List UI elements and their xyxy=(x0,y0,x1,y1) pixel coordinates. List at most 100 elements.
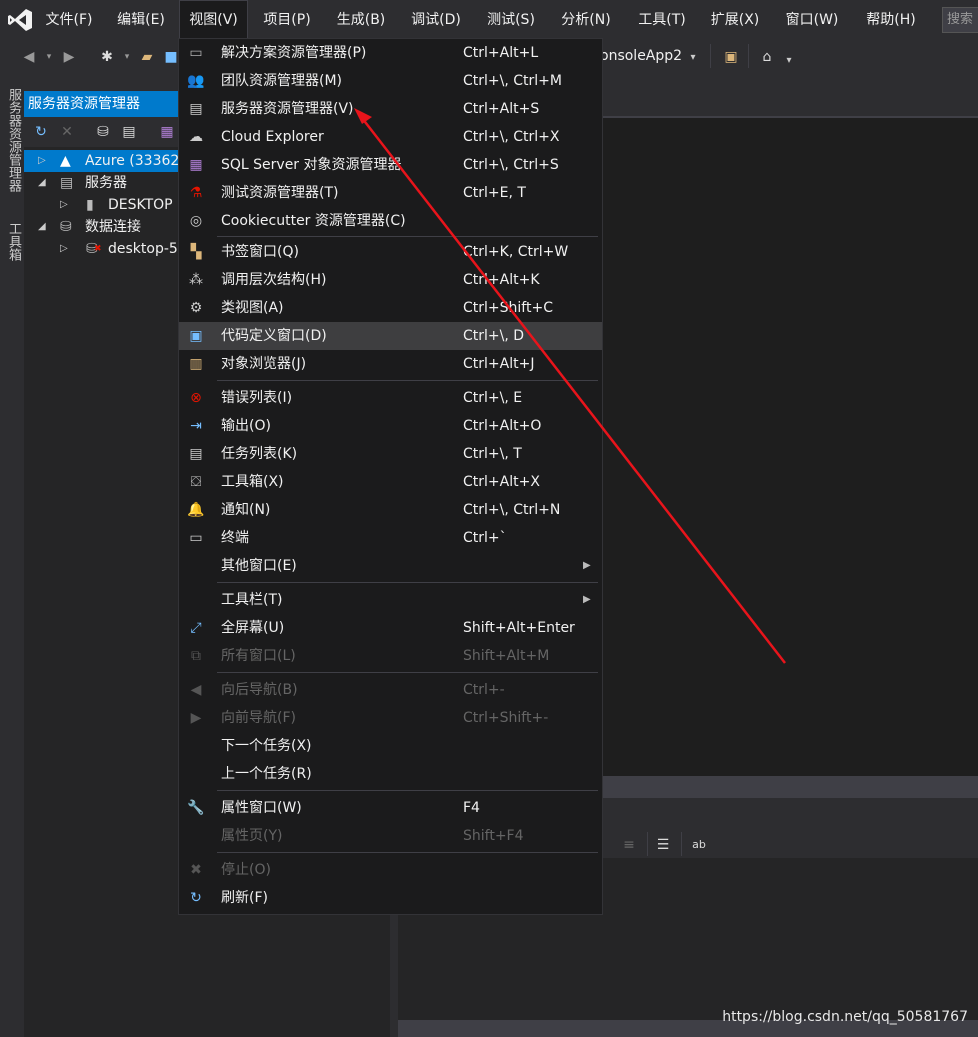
menu-bar: 文件(F) 编辑(E) 视图(V) 项目(P) 生成(B) 调试(D) 测试(S… xyxy=(0,0,978,40)
menu-item-label: 下一个任务(X) xyxy=(221,738,312,754)
home-icon[interactable]: ⌂ xyxy=(758,48,776,66)
new-project-icon[interactable]: ✱ xyxy=(98,48,116,66)
menu-item-notifications[interactable]: 🔔 通知(N) Ctrl+\, Ctrl+N xyxy=(179,496,602,524)
menu-item-toolbars[interactable]: 工具栏(T) ▶ xyxy=(179,586,602,614)
menu-item-test-explorer[interactable]: ⚗ 测试资源管理器(T) Ctrl+E, T xyxy=(179,179,602,207)
sharepoint-connection-icon[interactable]: ▦ xyxy=(158,123,176,141)
menu-item-bookmarks[interactable]: ▚ 书签窗口(Q) Ctrl+K, Ctrl+W xyxy=(179,238,602,266)
servers-icon: ▤ xyxy=(60,175,74,191)
menu-file[interactable]: 文件(F) xyxy=(36,0,102,40)
menu-item-error-list[interactable]: ⊗ 错误列表(I) Ctrl+\, E xyxy=(179,384,602,412)
menu-item-team-explorer[interactable]: 👥 团队资源管理器(M) Ctrl+\, Ctrl+M xyxy=(179,67,602,95)
menu-separator xyxy=(217,236,598,237)
menu-item-label: 代码定义窗口(D) xyxy=(221,328,327,344)
menu-item-properties-window[interactable]: 🔧 属性窗口(W) F4 xyxy=(179,794,602,822)
collapse-arrow-icon[interactable]: ◢ xyxy=(38,172,46,194)
dropdown-arrow-icon[interactable]: ▾ xyxy=(40,48,58,66)
menu-extensions[interactable]: 扩展(X) xyxy=(702,0,768,40)
menu-item-label: Cookiecutter 资源管理器(C) xyxy=(221,213,406,229)
menu-analyze[interactable]: 分析(N) xyxy=(553,0,619,40)
menu-item-shortcut: Ctrl+\, D xyxy=(463,328,525,344)
menu-debug[interactable]: 调试(D) xyxy=(403,0,469,40)
expand-arrow-icon[interactable]: ▷ xyxy=(60,238,68,260)
align-icon[interactable]: ≡ xyxy=(620,836,638,854)
tree-node-servers[interactable]: ◢ ▤ 服务器 xyxy=(24,172,184,194)
connect-database-icon[interactable]: ⛁ xyxy=(94,123,112,141)
word-wrap-icon[interactable]: ab xyxy=(690,836,708,854)
menu-item-other-windows[interactable]: 其他窗口(E) ▶ xyxy=(179,552,602,580)
menu-test[interactable]: 测试(S) xyxy=(478,0,544,40)
menu-item-shortcut: F4 xyxy=(463,800,480,816)
refresh-icon[interactable]: ↻ xyxy=(32,123,50,141)
menu-help[interactable]: 帮助(H) xyxy=(856,0,926,40)
expand-arrow-icon[interactable]: ▷ xyxy=(60,194,68,216)
find-in-files-icon[interactable]: ▣ xyxy=(722,48,740,66)
menu-item-task-list[interactable]: ▤ 任务列表(K) Ctrl+\, T xyxy=(179,440,602,468)
menu-item-navigate-forward: ▶ 向前导航(F) Ctrl+Shift+- xyxy=(179,704,602,732)
navigate-forward-icon[interactable]: ▶ xyxy=(60,48,78,66)
connect-server-icon[interactable]: ▤ xyxy=(120,123,138,141)
menu-item-next-task[interactable]: 下一个任务(X) xyxy=(179,732,602,760)
menu-tools[interactable]: 工具(T) xyxy=(629,0,695,40)
tab-server-explorer[interactable]: 服务器资源管理器 xyxy=(4,88,23,192)
class-view-icon: ⚙ xyxy=(189,300,203,316)
menu-item-label: 测试资源管理器(T) xyxy=(221,185,339,201)
menu-item-toolbox[interactable]: ⛋ 工具箱(X) Ctrl+Alt+X xyxy=(179,468,602,496)
menu-item-class-view[interactable]: ⚙ 类视图(A) Ctrl+Shift+C xyxy=(179,294,602,322)
menu-item-label: 停止(O) xyxy=(221,862,271,878)
menu-item-label: 向后导航(B) xyxy=(221,682,298,698)
menu-item-solution-explorer[interactable]: ▭ 解决方案资源管理器(P) Ctrl+Alt+L xyxy=(179,39,602,67)
menu-item-previous-task[interactable]: 上一个任务(R) xyxy=(179,760,602,788)
menu-item-label: 全屏幕(U) xyxy=(221,620,285,636)
tree-node-azure[interactable]: ▷ ▲ Azure (33362 xyxy=(24,150,184,172)
menu-item-label: SQL Server 对象资源管理器 xyxy=(221,157,402,173)
menu-item-terminal[interactable]: ▭ 终端 Ctrl+` xyxy=(179,524,602,552)
menu-view[interactable]: 视图(V) xyxy=(179,0,248,40)
menu-window[interactable]: 窗口(W) xyxy=(777,0,847,40)
task-list-icon: ▤ xyxy=(189,446,203,462)
menu-item-server-explorer[interactable]: ▤ 服务器资源管理器(V) Ctrl+Alt+S xyxy=(179,95,602,123)
menu-item-object-browser[interactable]: ▥ 对象浏览器(J) Ctrl+Alt+J xyxy=(179,350,602,378)
expand-arrow-icon[interactable]: ▷ xyxy=(38,150,46,172)
menu-item-label: Cloud Explorer xyxy=(221,129,324,145)
menu-item-shortcut: Ctrl+\, Ctrl+S xyxy=(463,157,559,173)
tree-node-label: desktop-5 xyxy=(108,241,178,257)
menu-edit[interactable]: 编辑(E) xyxy=(108,0,174,40)
menu-project[interactable]: 项目(P) xyxy=(254,0,320,40)
stop-icon: ✖ xyxy=(190,862,202,878)
menu-item-code-definition[interactable]: ▣ 代码定义窗口(D) Ctrl+\, D xyxy=(179,322,602,350)
collapse-arrow-icon[interactable]: ◢ xyxy=(38,216,46,238)
menu-item-refresh[interactable]: ↻ 刷新(F) xyxy=(179,884,602,912)
menu-item-shortcut: Shift+Alt+Enter xyxy=(463,620,575,636)
menu-item-call-hierarchy[interactable]: ⁂ 调用层次结构(H) Ctrl+Alt+K xyxy=(179,266,602,294)
call-hierarchy-icon: ⁂ xyxy=(189,272,203,288)
toolbar-divider xyxy=(647,832,648,856)
menu-item-cookiecutter-explorer[interactable]: ◎ Cookiecutter 资源管理器(C) xyxy=(179,207,602,235)
visual-studio-logo-icon[interactable] xyxy=(7,8,33,32)
menu-item-cloud-explorer[interactable]: ☁ Cloud Explorer Ctrl+\, Ctrl+X xyxy=(179,123,602,151)
tree-node-desktop-db[interactable]: ▷ ⛁ ✖ desktop-5 xyxy=(24,238,184,260)
stop-icon[interactable]: ✕ xyxy=(58,123,76,141)
menu-item-label: 服务器资源管理器(V) xyxy=(221,101,354,117)
navigate-back-icon[interactable]: ◀ xyxy=(20,48,38,66)
menu-build[interactable]: 生成(B) xyxy=(328,0,394,40)
terminal-icon: ▭ xyxy=(189,530,203,546)
bookmark-icon: ▚ xyxy=(190,244,202,260)
menu-item-full-screen[interactable]: ⤢ 全屏幕(U) Shift+Alt+Enter xyxy=(179,614,602,642)
tab-toolbox[interactable]: 工具箱 xyxy=(4,222,23,261)
navigate-forward-icon: ▶ xyxy=(190,710,202,726)
left-tool-tabs: 服务器资源管理器 工具箱 xyxy=(0,76,24,1037)
dropdown-arrow-icon[interactable]: ▾ xyxy=(118,48,136,66)
toolbar-divider xyxy=(710,44,711,68)
sql-server-icon: ▦ xyxy=(189,157,203,173)
toolbar-overflow-icon[interactable]: ▾ xyxy=(780,52,798,70)
startup-project-combo[interactable]: onsoleApp2 ▾ xyxy=(600,45,696,67)
tree-node-desktop[interactable]: ▷ ▮ DESKTOP xyxy=(24,194,184,216)
tree-node-data-connections[interactable]: ◢ ⛁ 数据连接 xyxy=(24,216,184,238)
menu-item-sql-server-explorer[interactable]: ▦ SQL Server 对象资源管理器 Ctrl+\, Ctrl+S xyxy=(179,151,602,179)
open-folder-icon[interactable]: ▰ xyxy=(138,48,156,66)
menu-item-output[interactable]: ⇥ 输出(O) Ctrl+Alt+O xyxy=(179,412,602,440)
search-box[interactable]: 搜索 xyxy=(942,7,978,33)
clear-all-icon[interactable]: ☰ xyxy=(654,836,672,854)
menu-item-label: 向前导航(F) xyxy=(221,710,296,726)
